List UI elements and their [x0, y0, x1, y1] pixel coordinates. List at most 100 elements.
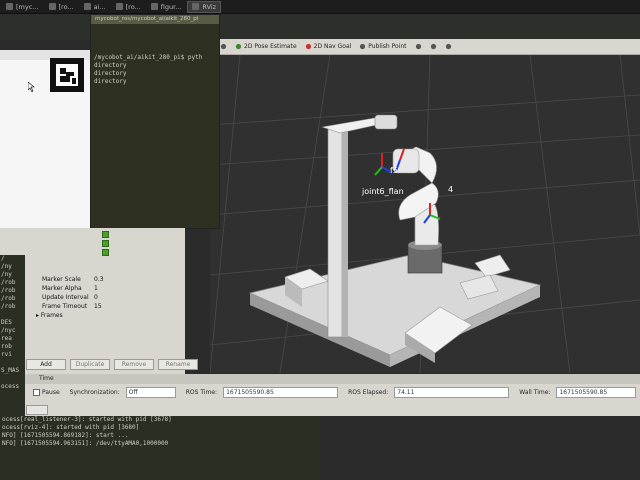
property-value: 0.3	[94, 276, 104, 283]
minus-icon	[430, 43, 436, 50]
taskbar-item[interactable]: figur...	[147, 1, 186, 13]
top-taskbar: [myc... [ro... ai... [ro... figur... RViz	[0, 0, 640, 14]
toolbar-tool[interactable]	[430, 43, 437, 50]
taskbar-item-label: figur...	[160, 2, 182, 11]
tf-properties-list: Marker Scale 0.3 Marker Alpha 1 Update Int…	[0, 275, 185, 320]
bottom-terminal-window[interactable]: ocess[real_listener-3]: started with pid…	[0, 416, 320, 480]
terminal-line: /ny	[1, 263, 12, 270]
toolbar-tool-label: Publish Point	[368, 43, 407, 50]
window-icon	[6, 3, 13, 10]
property-row-frames[interactable]: ▸ Frames	[0, 311, 185, 320]
nav-goal-icon	[305, 43, 311, 50]
terminal-body[interactable]: /mycobot_ai/aikit_280_pi$ pyth directory…	[91, 24, 219, 228]
add-button[interactable]: Add	[26, 359, 66, 370]
rename-button[interactable]: Rename	[158, 359, 198, 370]
property-row[interactable]: Frame Timeout 15	[0, 302, 185, 311]
camera-head	[374, 114, 398, 130]
terminal-line: /nyc	[1, 327, 16, 334]
ros-elapsed-label: ROS Elapsed:	[348, 388, 389, 396]
toolbar-tool-label: 2D Nav Goal	[313, 43, 352, 50]
sync-label: Synchronization:	[69, 388, 120, 396]
pause-checkbox[interactable]	[33, 388, 40, 396]
rviz-toolbar: 2D Pose Estimate 2D Nav Goal Publish Point	[210, 39, 640, 55]
remove-button[interactable]: Remove	[114, 359, 154, 370]
camera-icon	[445, 43, 451, 50]
property-row[interactable]: Marker Scale 0.3	[0, 275, 185, 284]
time-panel-row: Pause Synchronization: Off ROS Time: 167…	[25, 384, 640, 400]
terminal-line: directory	[94, 62, 127, 69]
taskbar-item-label: RViz	[202, 2, 217, 11]
camera-stand-pole	[327, 126, 343, 338]
property-key-text: Frames	[40, 312, 63, 319]
property-value: 15	[94, 303, 102, 310]
taskbar-item-label: [ro...	[58, 2, 74, 11]
terminal-line: ocess[rviz-4]: started with pid [3680]	[2, 424, 140, 431]
plus-icon	[415, 43, 421, 50]
taskbar-item[interactable]: [myc...	[2, 1, 43, 13]
terminal-line: NFO] [1671505594.869182]: start ...	[2, 432, 129, 439]
toolbar-tool[interactable]	[220, 43, 227, 50]
ros-time-field[interactable]: 1671505590.85	[223, 386, 339, 398]
display-enabled-checkbox[interactable]	[102, 240, 109, 247]
toolbar-tool[interactable]	[445, 43, 452, 50]
mouse-cursor-icon	[28, 82, 35, 92]
window-icon	[150, 3, 158, 10]
displays-button-row: Add Duplicate Remove Rename	[26, 359, 198, 370]
taskbar-item[interactable]: [ro...	[45, 1, 78, 13]
pose-estimate-icon	[235, 43, 242, 50]
property-value: 1	[94, 285, 98, 292]
pause-toggle[interactable]: Pause	[33, 388, 60, 396]
frame-label-joint5: f5	[390, 166, 398, 175]
wall-time-label: Wall Time:	[519, 388, 551, 396]
toolbar-tool-label: 2D Pose Estimate	[244, 43, 297, 50]
display-enabled-checkbox[interactable]	[102, 231, 109, 238]
time-panel-title: Time	[25, 374, 640, 384]
scene-drawing: joint6_flan 4 f5	[210, 55, 640, 373]
toolbar-tool[interactable]: 2D Pose Estimate	[235, 43, 297, 50]
publish-point-icon	[360, 43, 366, 50]
terminal-line: ocess	[1, 383, 20, 390]
taskbar-item[interactable]: ai...	[80, 1, 110, 13]
ros-time-label: ROS Time:	[185, 388, 218, 396]
terminal-prompt-line: /mycobot_ai/aikit_280_pi$ pyth	[94, 54, 203, 61]
display-enabled-checkbox[interactable]	[102, 249, 109, 256]
taskbar-item-label: [ro...	[125, 2, 141, 11]
toolbar-tool[interactable]	[415, 43, 422, 50]
terminal-line: /ny	[1, 271, 12, 278]
terminal-line: rea	[1, 335, 12, 342]
terminal-line: S_MAS	[1, 367, 20, 374]
property-row[interactable]: Marker Alpha 1	[0, 284, 185, 293]
terminal-line: DES	[1, 319, 12, 326]
sync-dropdown[interactable]: Off	[125, 386, 176, 398]
reset-button[interactable]: Reset	[26, 405, 48, 415]
window-icon	[48, 3, 56, 10]
duplicate-button[interactable]: Duplicate	[70, 359, 110, 370]
taskbar-item[interactable]: [ro...	[112, 1, 145, 13]
terminal-line: /	[1, 255, 5, 262]
ros-elapsed-field[interactable]: 74.11	[394, 386, 510, 398]
toolbar-tool[interactable]: 2D Nav Goal	[305, 43, 352, 50]
terminal-line: directory	[94, 78, 127, 85]
displays-checks-area	[0, 231, 185, 256]
terminal-line: /rob	[1, 279, 16, 286]
displays-panel: Marker Scale 0.3 Marker Alpha 1 Update Int…	[0, 228, 198, 374]
terminal-line: directory	[94, 70, 127, 77]
property-value: 0	[94, 294, 98, 301]
terminal-line: /rob	[1, 295, 16, 302]
rviz-3d-viewport[interactable]: joint6_flan 4 f5	[210, 55, 640, 373]
window-icon	[83, 3, 91, 10]
wall-time-field[interactable]: 1671505590.85	[556, 386, 637, 398]
aruco-marker-icon	[50, 58, 84, 92]
terminal-line: rvi	[1, 351, 12, 358]
time-panel: Time Pause Synchronization: Off ROS Time…	[25, 374, 640, 416]
left-terminal-strip: //ny/ny/rob/rob/rob/rob DES/nyc rea rob rvi S…	[0, 255, 25, 415]
toolbar-tool[interactable]: Publish Point	[359, 43, 407, 50]
taskbar-item-label: ai...	[93, 2, 106, 11]
taskbar-item[interactable]: RViz	[187, 0, 222, 13]
window-icon	[115, 3, 123, 10]
terminal-window[interactable]: mycobot_ros/mycobot_ai/aikit_280_pi /myc…	[90, 14, 220, 229]
property-row[interactable]: Update Interval 0	[0, 293, 185, 302]
